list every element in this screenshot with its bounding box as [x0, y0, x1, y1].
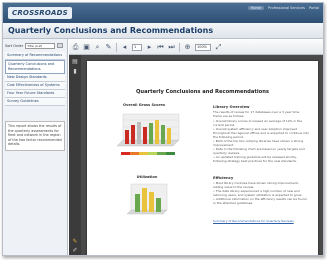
document-list-item[interactable]: Cost Effectiveness of Systems	[5, 82, 65, 90]
bullet-item: The data library experienced a high numb…	[213, 189, 309, 197]
recommendations-link[interactable]: Summary of Recommendations for Quarterly…	[213, 219, 309, 223]
brand-logo[interactable]: CROSSROADS	[8, 7, 72, 19]
zoom-icon[interactable]: ⊕	[184, 43, 191, 51]
top-link-services[interactable]: Professional Services	[268, 6, 305, 10]
section-heading-efficiency: Efficiency	[213, 175, 234, 180]
search-icon[interactable]: ⌕	[94, 43, 101, 51]
bullet-item: Both of the top two outlying libraries h…	[213, 139, 309, 147]
document-sidebar: Sort Order Title (A-Z) Summary of Recomm…	[3, 39, 68, 255]
sort-label: Sort Order	[5, 43, 24, 48]
chart-caption-utilization: Utilization	[136, 175, 158, 179]
utilization-3d-chart	[126, 183, 168, 215]
last-page-icon[interactable]: ⏭	[168, 43, 175, 51]
bullet-item: Most library modules have shown strong i…	[213, 181, 309, 189]
section-bullet-list: Overall library scores increased an aver…	[213, 119, 309, 163]
bullet-item: Overall system efficiency and user adopt…	[213, 127, 309, 139]
sort-order-select[interactable]: Title (A-Z)	[25, 42, 56, 49]
document-description: This report shows the results of the qua…	[5, 121, 65, 151]
first-page-icon[interactable]: ⏮	[157, 43, 164, 51]
section-heading-library-overview: Library Overview	[213, 104, 250, 109]
title-bar: Quarterly Conclusions and Recommendation…	[3, 23, 323, 39]
print-icon[interactable]: ⎙	[72, 43, 79, 51]
page-number-field[interactable]: 1	[132, 43, 142, 51]
viewer-toolbar: ⎙ ▣ ⌕ ✎ ◂ 1 ▸ ⏮ ⏭ ⊕ 100% ⤢	[69, 40, 323, 55]
attach-icon[interactable]: ✎	[105, 43, 112, 51]
chart-caption-gross-scores: Overall Gross Scores	[122, 103, 165, 107]
bullet-item: Data in the following chart are based on…	[213, 147, 309, 155]
top-link-portal[interactable]: Portal	[309, 6, 319, 10]
document-list-item[interactable]: New Design Standards	[5, 74, 65, 82]
attachment-clip-icon[interactable]: ✎	[72, 239, 78, 245]
bookmarks-icon[interactable]: ▮	[72, 69, 78, 75]
toolbar-divider	[179, 42, 180, 52]
toolbar-divider	[116, 42, 117, 52]
sort-go-button[interactable]	[57, 43, 64, 48]
thumbnails-icon[interactable]: ▤	[72, 59, 78, 65]
top-link-home[interactable]: Home	[247, 6, 265, 10]
bullet-item: An updated training guideline will be re…	[213, 155, 309, 163]
previous-page-icon[interactable]: ◂	[121, 43, 128, 51]
save-icon[interactable]: ▣	[83, 43, 90, 51]
fit-page-icon[interactable]: ⤢	[215, 43, 222, 51]
application-window: CROSSROADS Home Professional Services Po…	[2, 2, 324, 256]
section-bullet-list: Most library modules have shown strong i…	[213, 181, 309, 205]
app-header: CROSSROADS Home Professional Services Po…	[3, 3, 323, 23]
document-list-item[interactable]: Four Year Future Standards	[5, 90, 65, 98]
top-nav: Home Professional Services Portal	[247, 6, 319, 10]
document-list-item-selected[interactable]: Quarterly Conclusions and Recommendation…	[5, 60, 65, 74]
zoom-field[interactable]: 100%	[195, 43, 211, 51]
next-page-icon[interactable]: ▸	[146, 43, 153, 51]
document-list-item[interactable]: Summary of Recommendations	[5, 52, 65, 60]
viewer-side-rail: ▤ ▮ ✎ ✐	[69, 55, 81, 255]
document-title: Quarterly Conclusions and Recommendation…	[135, 89, 269, 95]
document-viewer[interactable]: ▤ ▮ ✎ ✐ Quarterly Conclusions and Recomm…	[69, 55, 323, 255]
page-title: Quarterly Conclusions and Recommendation…	[8, 26, 214, 35]
bullet-item: Overall library scores increased an aver…	[213, 119, 309, 127]
sort-controls: Sort Order Title (A-Z)	[5, 41, 65, 50]
document-list: Summary of Recommendations Quarterly Con…	[5, 52, 65, 106]
section-intro-text: The results of review for 17 databases o…	[213, 110, 300, 118]
document-page: Quarterly Conclusions and Recommendation…	[87, 61, 318, 255]
bullet-item: Additional information on the efficiency…	[213, 197, 309, 205]
signature-icon[interactable]: ✐	[72, 248, 78, 254]
gross-scores-3d-chart	[116, 113, 180, 155]
document-list-item[interactable]: Survey Guidelines	[5, 98, 65, 106]
